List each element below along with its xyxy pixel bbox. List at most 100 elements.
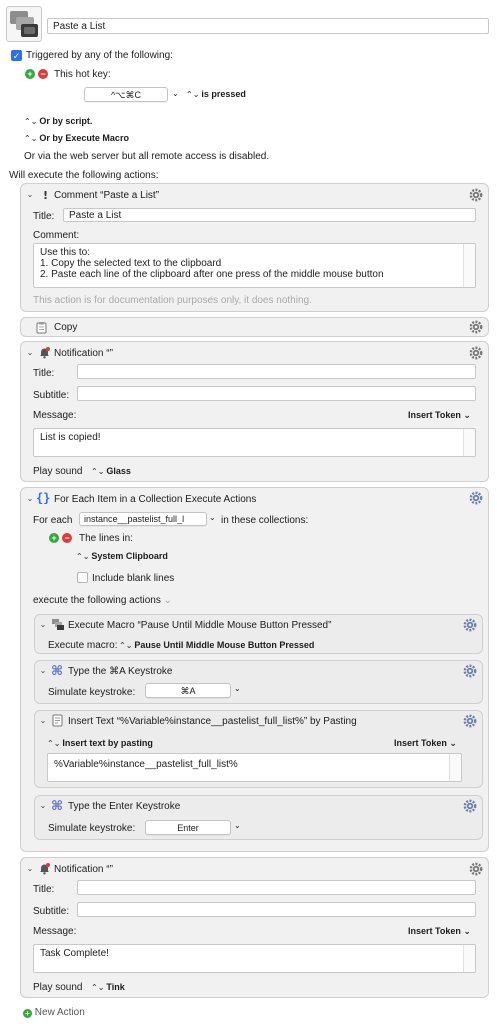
gear-icon[interactable] bbox=[469, 346, 483, 360]
comment-textarea[interactable]: Use this to: 1. Copy the selected text t… bbox=[33, 243, 476, 288]
add-trigger-icon[interactable]: + bbox=[25, 69, 35, 79]
collapse-chevron-icon[interactable]: ⌄ bbox=[38, 716, 48, 726]
or-by-execute-macro[interactable]: ⌃⌄ Or by Execute Macro bbox=[24, 133, 129, 143]
notification-title-field[interactable] bbox=[77, 880, 476, 895]
hotkey-state-popup[interactable]: ⌃⌄ is pressed bbox=[186, 89, 246, 99]
sound-popup[interactable]: ⌃⌄ Tink bbox=[91, 982, 125, 992]
foreach-variable-field[interactable]: instance__pastelist_full_l bbox=[79, 512, 207, 526]
sub-execute-macro-header: Execute Macro “Pause Until Middle Mouse … bbox=[68, 620, 332, 631]
insert-mode-popup[interactable]: ⌃⌄ Insert text by pasting bbox=[47, 738, 153, 748]
webserver-note: Or via the web server but all remote acc… bbox=[24, 151, 270, 162]
collection-source-popup[interactable]: ⌃⌄ System Clipboard bbox=[76, 551, 168, 561]
collapse-chevron-icon[interactable]: ⌄ bbox=[25, 348, 35, 358]
sub-type-enter-header: Type the Enter Keystroke bbox=[68, 801, 181, 812]
sound-popup[interactable]: ⌃⌄ Glass bbox=[91, 466, 131, 476]
gear-icon[interactable] bbox=[463, 664, 477, 678]
notification-message-textarea[interactable]: List is copied! bbox=[33, 428, 476, 457]
message-label: Message: bbox=[33, 410, 77, 421]
hotkey-field[interactable]: ^⌥⌘C bbox=[84, 87, 168, 102]
notification-subtitle-field[interactable] bbox=[77, 902, 476, 917]
collection-source-text: System Clipboard bbox=[91, 551, 168, 561]
keystroke-field[interactable]: ⌘A bbox=[145, 683, 231, 698]
action-notification-card[interactable]: ⌄ Notification “” Title: Subtitle: Messa… bbox=[20, 857, 489, 998]
gear-icon[interactable] bbox=[463, 618, 477, 632]
insert-token-text: Insert Token bbox=[408, 410, 461, 420]
collapse-chevron-icon[interactable]: ⌄ bbox=[25, 494, 35, 504]
notification-subtitle-field[interactable] bbox=[77, 386, 476, 401]
macro-name-field[interactable]: Paste a List bbox=[47, 18, 489, 34]
updown-icon: ⌃⌄ bbox=[24, 117, 38, 126]
collapse-chevron-icon[interactable]: ⌄ bbox=[25, 190, 35, 200]
insert-token-text: Insert Token bbox=[408, 926, 461, 936]
sub-action-type-enter-card[interactable]: ⌄ ⌘ Type the Enter Keystroke Simulate ke… bbox=[34, 795, 483, 840]
svg-text:⌘: ⌘ bbox=[51, 799, 63, 812]
gear-icon[interactable] bbox=[469, 188, 483, 202]
execute-macro-popup[interactable]: ⌃⌄ Pause Until Middle Mouse Button Presse… bbox=[119, 640, 314, 650]
keystroke-field[interactable]: Enter bbox=[145, 820, 231, 835]
comment-line: Use this to: bbox=[40, 247, 91, 258]
play-sound-label: Play sound bbox=[33, 466, 83, 477]
execute-following-label: execute the following actions ⌄ bbox=[33, 595, 172, 606]
new-action-button[interactable]: + New Action bbox=[23, 1007, 85, 1018]
notification-message-textarea[interactable]: Task Complete! bbox=[33, 944, 476, 973]
gear-icon[interactable] bbox=[463, 714, 477, 728]
insert-token-button[interactable]: Insert Token ⌄ bbox=[408, 410, 471, 421]
gear-icon[interactable] bbox=[469, 491, 483, 505]
svg-text:⌘: ⌘ bbox=[51, 664, 63, 677]
action-comment-card[interactable]: ⌄ ! Comment “Paste a List” Title: Paste … bbox=[20, 183, 489, 312]
for-each-label: For each bbox=[33, 515, 73, 526]
include-blank-checkbox[interactable] bbox=[77, 572, 88, 583]
insert-token-text: Insert Token bbox=[394, 738, 447, 748]
macro-icon[interactable] bbox=[6, 6, 42, 42]
sub-action-insert-text-card[interactable]: ⌄ Insert Text “%Variable%instance__paste… bbox=[34, 710, 483, 788]
comment-title-field[interactable]: Paste a List bbox=[63, 208, 476, 222]
gear-icon[interactable] bbox=[463, 799, 477, 813]
gear-icon[interactable] bbox=[469, 862, 483, 876]
sub-action-type-cmd-a-card[interactable]: ⌄ ⌘ Type the ⌘A Keystroke Simulate keyst… bbox=[34, 660, 483, 704]
insert-token-button[interactable]: Insert Token ⌄ bbox=[394, 738, 457, 749]
braces-icon: {} bbox=[36, 491, 50, 505]
collapse-chevron-icon[interactable]: ⌄ bbox=[38, 666, 48, 676]
hotkey-dropdown-chevron-icon[interactable]: ⌄ bbox=[172, 89, 179, 98]
execute-macro-icon bbox=[51, 618, 64, 631]
title-label: Title: bbox=[33, 884, 55, 895]
updown-icon: ⌃⌄ bbox=[24, 134, 38, 143]
message-text: List is copied! bbox=[40, 432, 101, 443]
or-by-script[interactable]: ⌃⌄ Or by script. bbox=[24, 116, 92, 126]
collapse-chevron-icon[interactable]: ⌄ bbox=[25, 864, 35, 874]
play-sound-label: Play sound bbox=[33, 982, 83, 993]
insert-text-textarea[interactable]: %Variable%instance__pastelist_full_list% bbox=[47, 753, 462, 782]
action-comment-header: Comment “Paste a List” bbox=[54, 190, 160, 201]
action-foreach-header: For Each Item in a Collection Execute Ac… bbox=[54, 494, 257, 505]
execute-following-text: execute the following actions bbox=[33, 595, 161, 606]
action-copy-card[interactable]: Copy bbox=[20, 317, 489, 337]
updown-icon: ⌃⌄ bbox=[91, 983, 105, 992]
gear-icon[interactable] bbox=[469, 320, 483, 334]
scrollbar[interactable] bbox=[463, 429, 475, 456]
sound-text: Glass bbox=[106, 466, 131, 476]
triggered-checkbox[interactable]: ✓ bbox=[11, 50, 22, 61]
scrollbar[interactable] bbox=[449, 754, 461, 781]
bell-icon bbox=[38, 862, 51, 875]
keystroke-chevron-icon[interactable]: ⌄ bbox=[234, 821, 241, 830]
add-icon: + bbox=[23, 1009, 32, 1018]
scrollbar[interactable] bbox=[463, 945, 475, 972]
collapse-chevron-icon[interactable]: ⌄ bbox=[38, 620, 48, 630]
action-foreach-card[interactable]: ⌄ {} For Each Item in a Collection Execu… bbox=[20, 487, 489, 852]
keystroke-chevron-icon[interactable]: ⌄ bbox=[234, 684, 241, 693]
notification-title-field[interactable] bbox=[77, 364, 476, 379]
hotkey-label: This hot key: bbox=[54, 69, 111, 80]
sub-action-execute-macro-card[interactable]: ⌄ Execute Macro “Pause Until Middle Mous… bbox=[34, 614, 483, 654]
action-notification-card[interactable]: ⌄ Notification “” Title: Subtitle: Messa… bbox=[20, 341, 489, 482]
remove-trigger-icon[interactable]: − bbox=[38, 69, 48, 79]
collapse-chevron-icon[interactable]: ⌄ bbox=[38, 801, 48, 811]
remove-collection-icon[interactable]: − bbox=[62, 533, 72, 543]
comment-icon: ! bbox=[38, 188, 51, 202]
add-collection-icon[interactable]: + bbox=[49, 533, 59, 543]
clipboard-icon bbox=[35, 321, 48, 334]
insert-token-button[interactable]: Insert Token ⌄ bbox=[408, 926, 471, 937]
simulate-keystroke-label: Simulate keystroke: bbox=[48, 687, 136, 698]
title-label: Title: bbox=[33, 368, 55, 379]
scrollbar[interactable] bbox=[463, 244, 475, 287]
foreach-variable-chevron-icon[interactable]: ⌄ bbox=[209, 513, 216, 522]
